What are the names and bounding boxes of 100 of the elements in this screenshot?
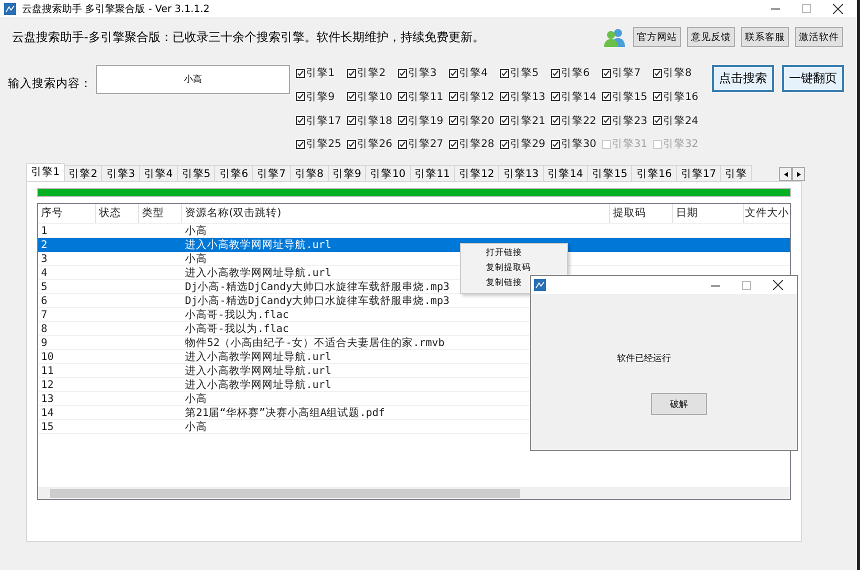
engine-checkbox[interactable]: 引擎7 [602,65,653,81]
engine-tab[interactable]: 引擎9 [328,165,366,181]
engine-checkbox[interactable]: 引擎27 [398,136,449,152]
name-cell-text: 小高 [184,420,207,434]
engine-tab[interactable]: 引擎14 [542,165,588,181]
engine-tab[interactable]: 引擎6 [214,165,254,181]
check-icon [450,70,457,76]
engine-checkbox[interactable]: 引擎26 [347,136,398,152]
header-button[interactable]: 联系客服 [741,27,789,47]
search-label: 输入搜索内容： [8,76,92,92]
engine-checkbox[interactable]: 引擎8 [653,65,704,81]
close-icon[interactable] [833,4,843,14]
engine-checkbox[interactable]: 引擎3 [398,65,449,81]
engine-tab[interactable]: 引擎1 [26,163,65,181]
check-icon [552,70,559,76]
scroll-left-button[interactable] [779,167,792,181]
column-header[interactable]: 类型 [139,204,182,223]
engine-tab[interactable]: 引擎16 [631,165,677,181]
check-icon [603,93,610,100]
column-header[interactable]: 状态 [96,204,139,223]
name-cell-text: 进入小高教学网网址导航.url [184,378,332,392]
engine-checkbox[interactable]: 引擎20 [449,112,500,128]
index-cell-text: 4 [40,266,48,280]
engine-checkbox[interactable]: 引擎11 [398,88,449,105]
engine-checkbox[interactable]: 引擎15 [602,88,653,105]
dialog-button[interactable]: 破解 [651,393,707,415]
engine-tab[interactable]: 引擎4 [139,165,178,181]
engine-checkbox[interactable]: 引擎19 [398,112,449,128]
engine-checkbox[interactable]: 引擎22 [551,112,602,128]
engine-checkbox[interactable]: 引擎21 [500,112,551,128]
engine-checkbox[interactable]: 引擎17 [296,112,347,128]
index-cell-text: 8 [40,322,48,336]
engine-tab[interactable]: 引擎12 [454,165,500,181]
name-cell-text: 小高 [184,252,207,266]
header-button[interactable]: 激活软件 [795,27,843,47]
engine-checkbox[interactable]: 引擎16 [653,88,704,105]
check-icon [552,140,559,148]
column-header[interactable]: 序号 [38,204,96,223]
index-cell-text: 10 [40,350,54,364]
check-icon [399,140,406,148]
header-button[interactable]: 意见反馈 [687,27,735,47]
index-cell-text: 15 [40,420,54,434]
name-cell-text: 物件52（小高由纪子-女）不适合夫妻居住的家.rmvb [184,336,445,350]
scroll-right-button[interactable] [792,167,805,181]
action-button[interactable]: 点击搜索 [712,65,774,92]
engine-tab[interactable]: 引擎10 [365,165,411,181]
engine-tab[interactable]: 引擎3 [101,165,140,181]
engine-tab[interactable]: 引擎2 [64,165,102,181]
name-cell-text: 进入小高教学网网址导航.url [184,238,332,252]
engine-tab[interactable]: 引擎7 [252,165,291,181]
check-icon [552,117,559,124]
engine-checkbox[interactable]: 引擎13 [500,88,551,105]
check-icon [297,70,304,76]
engine-checkbox[interactable]: 引擎5 [500,65,551,81]
engine-tab[interactable]: 引擎17 [676,165,722,181]
engine-checkbox[interactable]: 引擎2 [347,65,398,81]
check-icon [501,117,508,124]
engine-tab[interactable]: 引擎8 [290,165,328,181]
name-cell-text: 进入小高教学网网址导航.url [184,266,332,280]
engine-checkbox[interactable]: 引擎9 [296,88,347,105]
engine-checkbox[interactable]: 引擎30 [551,136,602,152]
engine-checkbox[interactable]: 引擎4 [449,65,500,81]
check-icon [501,70,508,76]
engine-checkbox[interactable]: 引擎29 [500,136,551,152]
name-cell-text: 小高哥-我以为.flac [184,322,289,336]
name-cell-text: Dj小高-精选DjCandy大帅口水旋律车载舒服串烧.mp3 [184,280,450,294]
check-icon [399,93,406,100]
engine-tab[interactable]: 引擎11 [410,165,455,181]
header-button[interactable]: 官方网站 [633,27,681,47]
check-icon [450,117,457,124]
engine-checkbox[interactable]: 引擎25 [296,136,347,152]
engine-tab[interactable]: 引擎 [720,165,752,181]
engine-tab[interactable]: 引擎15 [587,165,632,181]
check-icon [603,117,610,124]
engine-tab[interactable]: 引擎5 [176,165,216,181]
column-header[interactable]: 资源名称(双击跳转) [182,204,610,223]
engine-checkbox[interactable]: 引擎18 [347,112,398,128]
index-cell-text: 2 [40,238,48,252]
engine-checkbox[interactable]: 引擎24 [653,112,704,128]
engine-checkbox[interactable]: 引擎28 [449,136,500,152]
name-cell-text: 进入小高教学网网址导航.url [184,364,332,378]
close-icon[interactable] [773,280,783,290]
engine-checkbox[interactable]: 引擎23 [602,112,653,128]
header-text: 云盘搜索助手-多引擎聚合版：已收录三十余个搜索引擎。软件长期维护，持续免费更新。 [12,28,484,46]
action-button[interactable]: 一键翻页 [782,65,844,92]
engine-checkbox[interactable]: 引擎10 [347,88,398,105]
index-cell-text: 6 [40,294,48,308]
engine-checkbox[interactable]: 引擎12 [449,88,500,105]
column-header[interactable]: 提取码 [610,204,673,223]
check-icon [399,117,406,124]
engine-tab[interactable]: 引擎13 [498,165,544,181]
horizontal-scrollbar[interactable] [38,487,790,499]
index-cell-text: 3 [40,252,48,266]
dialog-icon [534,279,546,291]
column-header[interactable]: 日期 [673,204,744,223]
search-field[interactable]: 小高 [96,65,290,94]
engine-checkbox[interactable]: 引擎6 [551,65,602,81]
engine-checkbox[interactable]: 引擎14 [551,88,602,105]
engine-checkbox[interactable]: 引擎1 [296,65,347,81]
column-header[interactable]: 文件大小 [744,204,795,223]
